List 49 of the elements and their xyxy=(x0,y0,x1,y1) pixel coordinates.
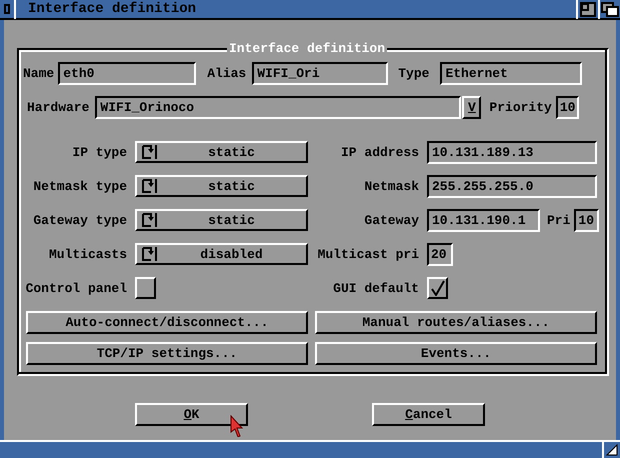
cycle-button[interactable]: static xyxy=(135,141,308,163)
setting-label: GUI default xyxy=(332,280,419,296)
hardware-field[interactable]: WIFI_Orinoco xyxy=(95,96,462,119)
cycle-icon xyxy=(141,246,157,262)
pointer-icon xyxy=(230,415,243,437)
text-field[interactable]: Ethernet xyxy=(440,62,582,85)
priority-field[interactable]: 10 xyxy=(556,96,579,119)
field-label: Hardware xyxy=(27,100,90,115)
setting-label: IP type xyxy=(71,145,127,160)
cycle-icon xyxy=(141,178,157,194)
text-field[interactable]: 10.131.189.13 xyxy=(427,141,597,164)
field-label: Pri xyxy=(547,213,570,228)
checkmark-icon xyxy=(430,280,444,296)
setting-label: Control panel xyxy=(24,280,127,296)
popup-button[interactable]: V xyxy=(462,96,482,119)
resize-icon[interactable] xyxy=(602,442,620,458)
setting-label: Netmask type xyxy=(32,179,127,194)
window-title: Interface definition xyxy=(27,1,198,17)
cycle-button[interactable]: disabled xyxy=(135,243,308,265)
checkbox[interactable] xyxy=(427,277,448,299)
priority-field[interactable]: 20 xyxy=(427,243,453,266)
setting-label: Multicasts xyxy=(48,247,127,262)
setting-label: Gateway type xyxy=(32,213,127,228)
cycle-icon xyxy=(141,212,157,228)
text-field[interactable]: eth0 xyxy=(58,62,196,85)
cycle-icon xyxy=(141,144,157,160)
setting-label: Multicast pri xyxy=(316,247,419,262)
field-label: Type xyxy=(398,66,430,81)
field-label: Name xyxy=(23,66,54,81)
setting-label: Netmask xyxy=(363,179,419,194)
depth-icon[interactable] xyxy=(598,0,620,19)
field-label: Priority xyxy=(489,100,552,115)
action-button[interactable]: Events... xyxy=(315,342,597,365)
text-field[interactable]: 10.131.190.1 xyxy=(427,209,540,232)
action-button[interactable]: Manual routes/aliases... xyxy=(315,311,597,334)
cycle-button[interactable]: static xyxy=(135,209,308,231)
ok-button[interactable]: OK xyxy=(135,403,248,426)
field-label: Alias xyxy=(207,66,246,81)
setting-label: Gateway xyxy=(363,213,419,228)
cancel-button[interactable]: Cancel xyxy=(372,403,485,426)
setting-label: IP address xyxy=(340,145,419,160)
action-button[interactable]: Auto-connect/disconnect... xyxy=(26,311,308,334)
cycle-button[interactable]: static xyxy=(135,175,308,197)
text-field[interactable]: 255.255.255.0 xyxy=(427,175,597,198)
priority-field[interactable]: 10 xyxy=(574,209,600,232)
checkbox[interactable] xyxy=(135,277,156,299)
action-button[interactable]: TCP/IP settings... xyxy=(26,342,308,365)
text-field[interactable]: WIFI_Ori xyxy=(252,62,388,85)
zoom-icon[interactable] xyxy=(576,0,598,19)
